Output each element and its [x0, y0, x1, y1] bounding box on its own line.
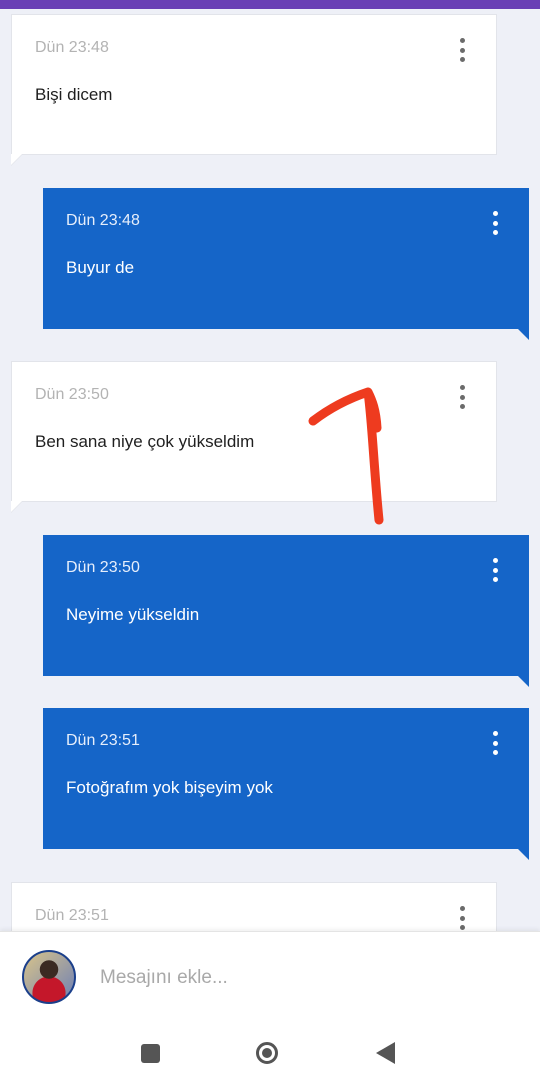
bubble-tail [518, 676, 529, 687]
more-options-icon[interactable] [450, 904, 474, 932]
message-text: Neyime yükseldin [66, 605, 200, 624]
message-composer [0, 931, 540, 1022]
more-options-icon[interactable] [450, 383, 474, 411]
bubble-tail [518, 849, 529, 860]
recents-icon[interactable] [135, 1038, 165, 1068]
message-input[interactable] [98, 960, 522, 996]
bubble-tail [518, 329, 529, 340]
message-timestamp: Dün 23:50 [66, 559, 140, 576]
more-options-icon[interactable] [483, 209, 507, 237]
message-bubble-outgoing: Dün 23:48 Buyur de [43, 188, 529, 340]
message-text: Bişi dicem [35, 85, 113, 104]
message-bubble-incoming: Dün 23:50 Ben sana niye çok yükseldim [11, 361, 497, 512]
message-text: Buyur de [66, 258, 135, 277]
home-icon[interactable] [252, 1038, 282, 1068]
message-timestamp: Dün 23:51 [35, 907, 109, 924]
back-icon[interactable] [370, 1038, 400, 1068]
top-accent-bar [0, 0, 540, 9]
message-bubble-outgoing: Dün 23:51 Fotoğrafım yok bişeyim yok [43, 708, 529, 860]
user-avatar[interactable] [22, 950, 76, 1004]
message-bubble-incoming: Dün 23:48 Bişi dicem [11, 14, 497, 165]
more-options-icon[interactable] [483, 729, 507, 757]
message-text: Ben sana niye çok yükseldim [35, 432, 255, 451]
more-options-icon[interactable] [483, 556, 507, 584]
message-timestamp: Dün 23:51 [66, 732, 140, 749]
message-timestamp: Dün 23:48 [66, 212, 140, 229]
bubble-tail [11, 154, 22, 165]
system-navigation-bar [0, 1021, 540, 1086]
message-timestamp: Dün 23:50 [35, 386, 109, 403]
message-bubble-outgoing: Dün 23:50 Neyime yükseldin [43, 535, 529, 687]
bubble-tail [11, 501, 22, 512]
message-timestamp: Dün 23:48 [35, 39, 109, 56]
message-text: Fotoğrafım yok bişeyim yok [66, 778, 273, 797]
more-options-icon[interactable] [450, 36, 474, 64]
